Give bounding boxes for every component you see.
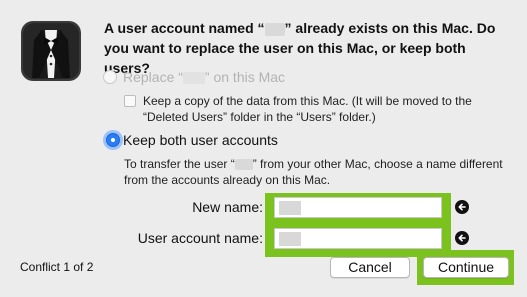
transfer-note: To transfer the user “” from your other … — [124, 156, 504, 188]
replace-user-label: Replace “ ” on this Mac — [123, 69, 285, 85]
transfer-note-part-1: To transfer the user “ — [124, 157, 235, 171]
continue-button[interactable]: Continue — [423, 257, 509, 278]
redacted-username — [182, 72, 205, 85]
conflict-counter: Conflict 1 of 2 — [20, 260, 94, 274]
heading-part-1: A user account named “ — [104, 20, 265, 36]
redacted-value — [279, 201, 301, 215]
new-name-label: New name: — [192, 199, 263, 215]
cancel-button[interactable]: Cancel — [330, 257, 410, 278]
new-name-field[interactable] — [274, 197, 442, 218]
keep-copy-label: Keep a copy of the data from this Mac. (… — [143, 94, 472, 124]
tuxedo-icon — [20, 20, 82, 82]
replace-user-radio[interactable] — [103, 70, 117, 84]
replace-label-prefix: Replace “ — [123, 69, 183, 85]
replace-label-suffix: ” on this Mac — [204, 69, 286, 85]
keep-both-label: Keep both user accounts — [123, 132, 278, 148]
keep-copy-checkbox[interactable] — [124, 95, 136, 107]
back-arrow-icon[interactable] — [455, 231, 469, 245]
redacted-username — [264, 22, 285, 36]
account-name-label: User account name: — [137, 230, 263, 246]
redacted-username — [234, 159, 253, 171]
account-name-field[interactable] — [274, 228, 442, 249]
keep-both-radio[interactable] — [106, 133, 120, 147]
back-arrow-icon[interactable] — [455, 200, 469, 214]
redacted-value — [279, 232, 301, 246]
